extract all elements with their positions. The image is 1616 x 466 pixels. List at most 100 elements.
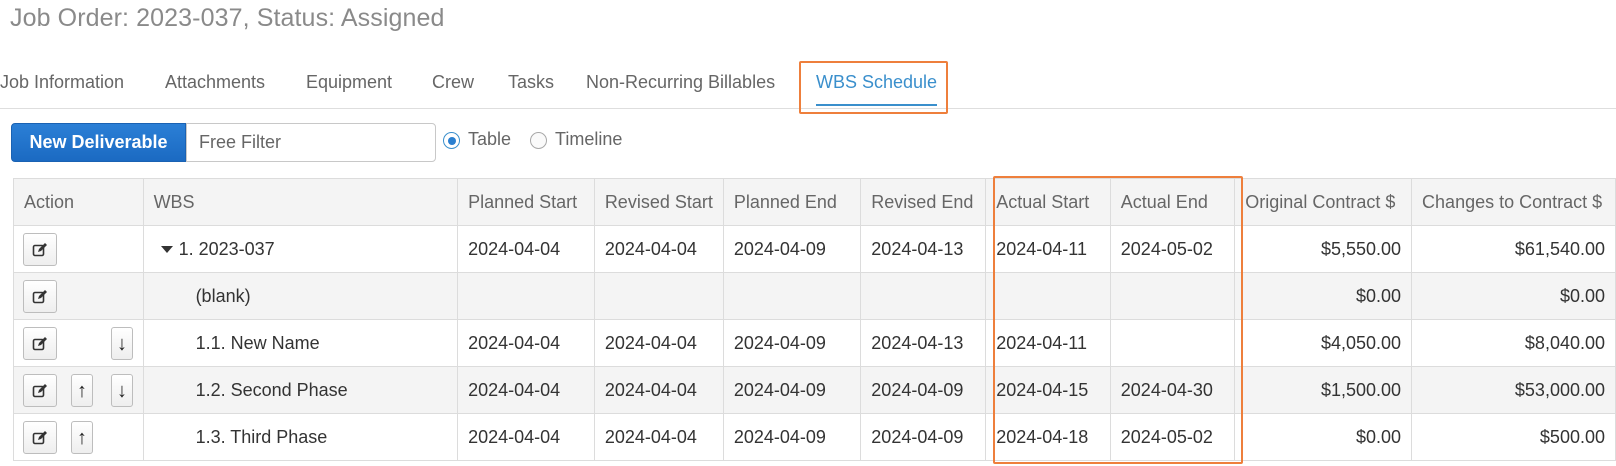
column-header-planned-end[interactable]: Planned End: [722, 178, 862, 226]
revised-start-cell: 2024-04-04: [593, 225, 724, 273]
revised-start-cell: 2024-04-04: [593, 413, 724, 461]
wbs-label: 1. 2023-037: [178, 239, 275, 259]
wbs-label: 1.1. New Name: [195, 333, 320, 353]
changes-to-contract-cell: $500.00: [1411, 413, 1616, 461]
original-contract-cell: $1,500.00: [1234, 366, 1413, 414]
column-header-revised-start[interactable]: Revised Start: [593, 178, 724, 226]
planned-end-cell: 2024-04-09: [722, 366, 862, 414]
revised-end-cell: 2024-04-09: [860, 413, 987, 461]
wbs-label: (blank): [195, 286, 251, 306]
column-header-action[interactable]: Action: [13, 178, 144, 226]
planned-start-cell: [457, 272, 595, 320]
changes-to-contract-cell: $61,540.00: [1411, 225, 1616, 273]
column-header-revised-end[interactable]: Revised End: [860, 178, 987, 226]
tab-crew[interactable]: Crew: [432, 60, 474, 108]
action-cell: [13, 272, 144, 320]
table-row: 1. 2023-037 2024-04-04 2024-04-04 2024-0…: [13, 225, 1616, 273]
action-cell: ↑ ↓: [13, 366, 144, 414]
free-filter-input[interactable]: [186, 123, 436, 162]
edit-icon: [32, 242, 47, 256]
action-cell: [13, 225, 144, 273]
arrow-down-icon: ↓: [117, 379, 127, 402]
actual-end-cell: [1109, 319, 1236, 367]
wbs-table: Action WBS Planned Start Revised Start P…: [13, 178, 1616, 461]
planned-start-cell: 2024-04-04: [457, 225, 595, 273]
planned-end-cell: 2024-04-09: [722, 413, 862, 461]
tab-tasks[interactable]: Tasks: [508, 60, 554, 108]
table-row: ↑ 1.3. Third Phase 2024-04-04 2024-04-04…: [13, 413, 1616, 461]
actual-start-cell: [985, 272, 1111, 320]
column-header-changes-to-contract[interactable]: Changes to Contract $: [1411, 178, 1616, 226]
move-up-button[interactable]: ↑: [71, 374, 93, 407]
revised-start-cell: 2024-04-04: [593, 319, 724, 367]
planned-start-cell: 2024-04-04: [457, 319, 595, 367]
revised-end-cell: 2024-04-13: [860, 225, 987, 273]
column-header-wbs[interactable]: WBS: [142, 178, 459, 226]
column-header-original-contract[interactable]: Original Contract $: [1234, 178, 1413, 226]
table-view-radio[interactable]: [443, 132, 460, 149]
timeline-view-radio[interactable]: [530, 132, 547, 149]
column-header-actual-start[interactable]: Actual Start: [985, 178, 1111, 226]
move-up-button[interactable]: ↑: [71, 421, 93, 454]
original-contract-cell: $5,550.00: [1234, 225, 1413, 273]
column-header-planned-start[interactable]: Planned Start: [457, 178, 595, 226]
original-contract-cell: $0.00: [1234, 413, 1413, 461]
page-title: Job Order: 2023-037, Status: Assigned: [10, 4, 445, 32]
table-row: (blank) $0.00 $0.00: [13, 272, 1616, 320]
arrow-up-icon: ↑: [77, 379, 87, 402]
edit-icon: [32, 383, 47, 397]
wbs-cell: (blank): [142, 272, 459, 320]
actual-start-cell: 2024-04-18: [985, 413, 1111, 461]
column-header-actual-end[interactable]: Actual End: [1109, 178, 1236, 226]
actual-end-cell: 2024-05-02: [1109, 413, 1236, 461]
edit-button[interactable]: [23, 421, 57, 454]
table-row: ↓ 1.1. New Name 2024-04-04 2024-04-04 20…: [13, 319, 1616, 367]
wbs-cell: 1.3. Third Phase: [142, 413, 459, 461]
caret-down-icon[interactable]: [160, 246, 173, 253]
table-view-label[interactable]: Table: [468, 129, 511, 150]
actual-start-cell: 2024-04-15: [985, 366, 1111, 414]
tab-non-recurring-billables[interactable]: Non-Recurring Billables: [586, 60, 775, 108]
wbs-label: 1.3. Third Phase: [195, 427, 328, 447]
revised-end-cell: 2024-04-13: [860, 319, 987, 367]
actual-end-cell: [1109, 272, 1236, 320]
arrow-up-icon: ↑: [77, 426, 87, 449]
changes-to-contract-cell: $8,040.00: [1411, 319, 1616, 367]
edit-button[interactable]: [23, 280, 57, 313]
tab-job-information[interactable]: Job Information: [0, 60, 124, 108]
planned-start-cell: 2024-04-04: [457, 413, 595, 461]
planned-start-cell: 2024-04-04: [457, 366, 595, 414]
revised-end-cell: 2024-04-09: [860, 366, 987, 414]
tab-attachments[interactable]: Attachments: [165, 60, 265, 108]
tab-equipment[interactable]: Equipment: [306, 60, 392, 108]
wbs-cell: 1.2. Second Phase: [142, 366, 459, 414]
action-cell: ↑: [13, 413, 144, 461]
action-cell: ↓: [13, 319, 144, 367]
original-contract-cell: $4,050.00: [1234, 319, 1413, 367]
changes-to-contract-cell: $53,000.00: [1411, 366, 1616, 414]
edit-icon: [32, 430, 47, 444]
actual-start-cell: 2024-04-11: [985, 225, 1111, 273]
revised-start-cell: [593, 272, 724, 320]
edit-icon: [32, 289, 47, 303]
planned-end-cell: 2024-04-09: [722, 225, 862, 273]
wbs-label: 1.2. Second Phase: [195, 380, 348, 400]
actual-start-cell: 2024-04-11: [985, 319, 1111, 367]
new-deliverable-button[interactable]: New Deliverable: [11, 123, 186, 162]
edit-icon: [32, 336, 47, 350]
arrow-down-icon: ↓: [117, 332, 127, 355]
revised-end-cell: [860, 272, 987, 320]
table-header-row: Action WBS Planned Start Revised Start P…: [13, 178, 1616, 226]
move-down-button[interactable]: ↓: [111, 374, 133, 407]
edit-button[interactable]: [23, 327, 57, 360]
original-contract-cell: $0.00: [1234, 272, 1413, 320]
edit-button[interactable]: [23, 374, 57, 407]
actual-end-cell: 2024-05-02: [1109, 225, 1236, 273]
table-row: ↑ ↓ 1.2. Second Phase 2024-04-04 2024-04…: [13, 366, 1616, 414]
move-down-button[interactable]: ↓: [111, 327, 133, 360]
edit-button[interactable]: [23, 233, 57, 266]
timeline-view-label[interactable]: Timeline: [555, 129, 622, 150]
wbs-cell: 1.1. New Name: [142, 319, 459, 367]
tab-highlight-box: [799, 61, 948, 114]
actual-end-cell: 2024-04-30: [1109, 366, 1236, 414]
